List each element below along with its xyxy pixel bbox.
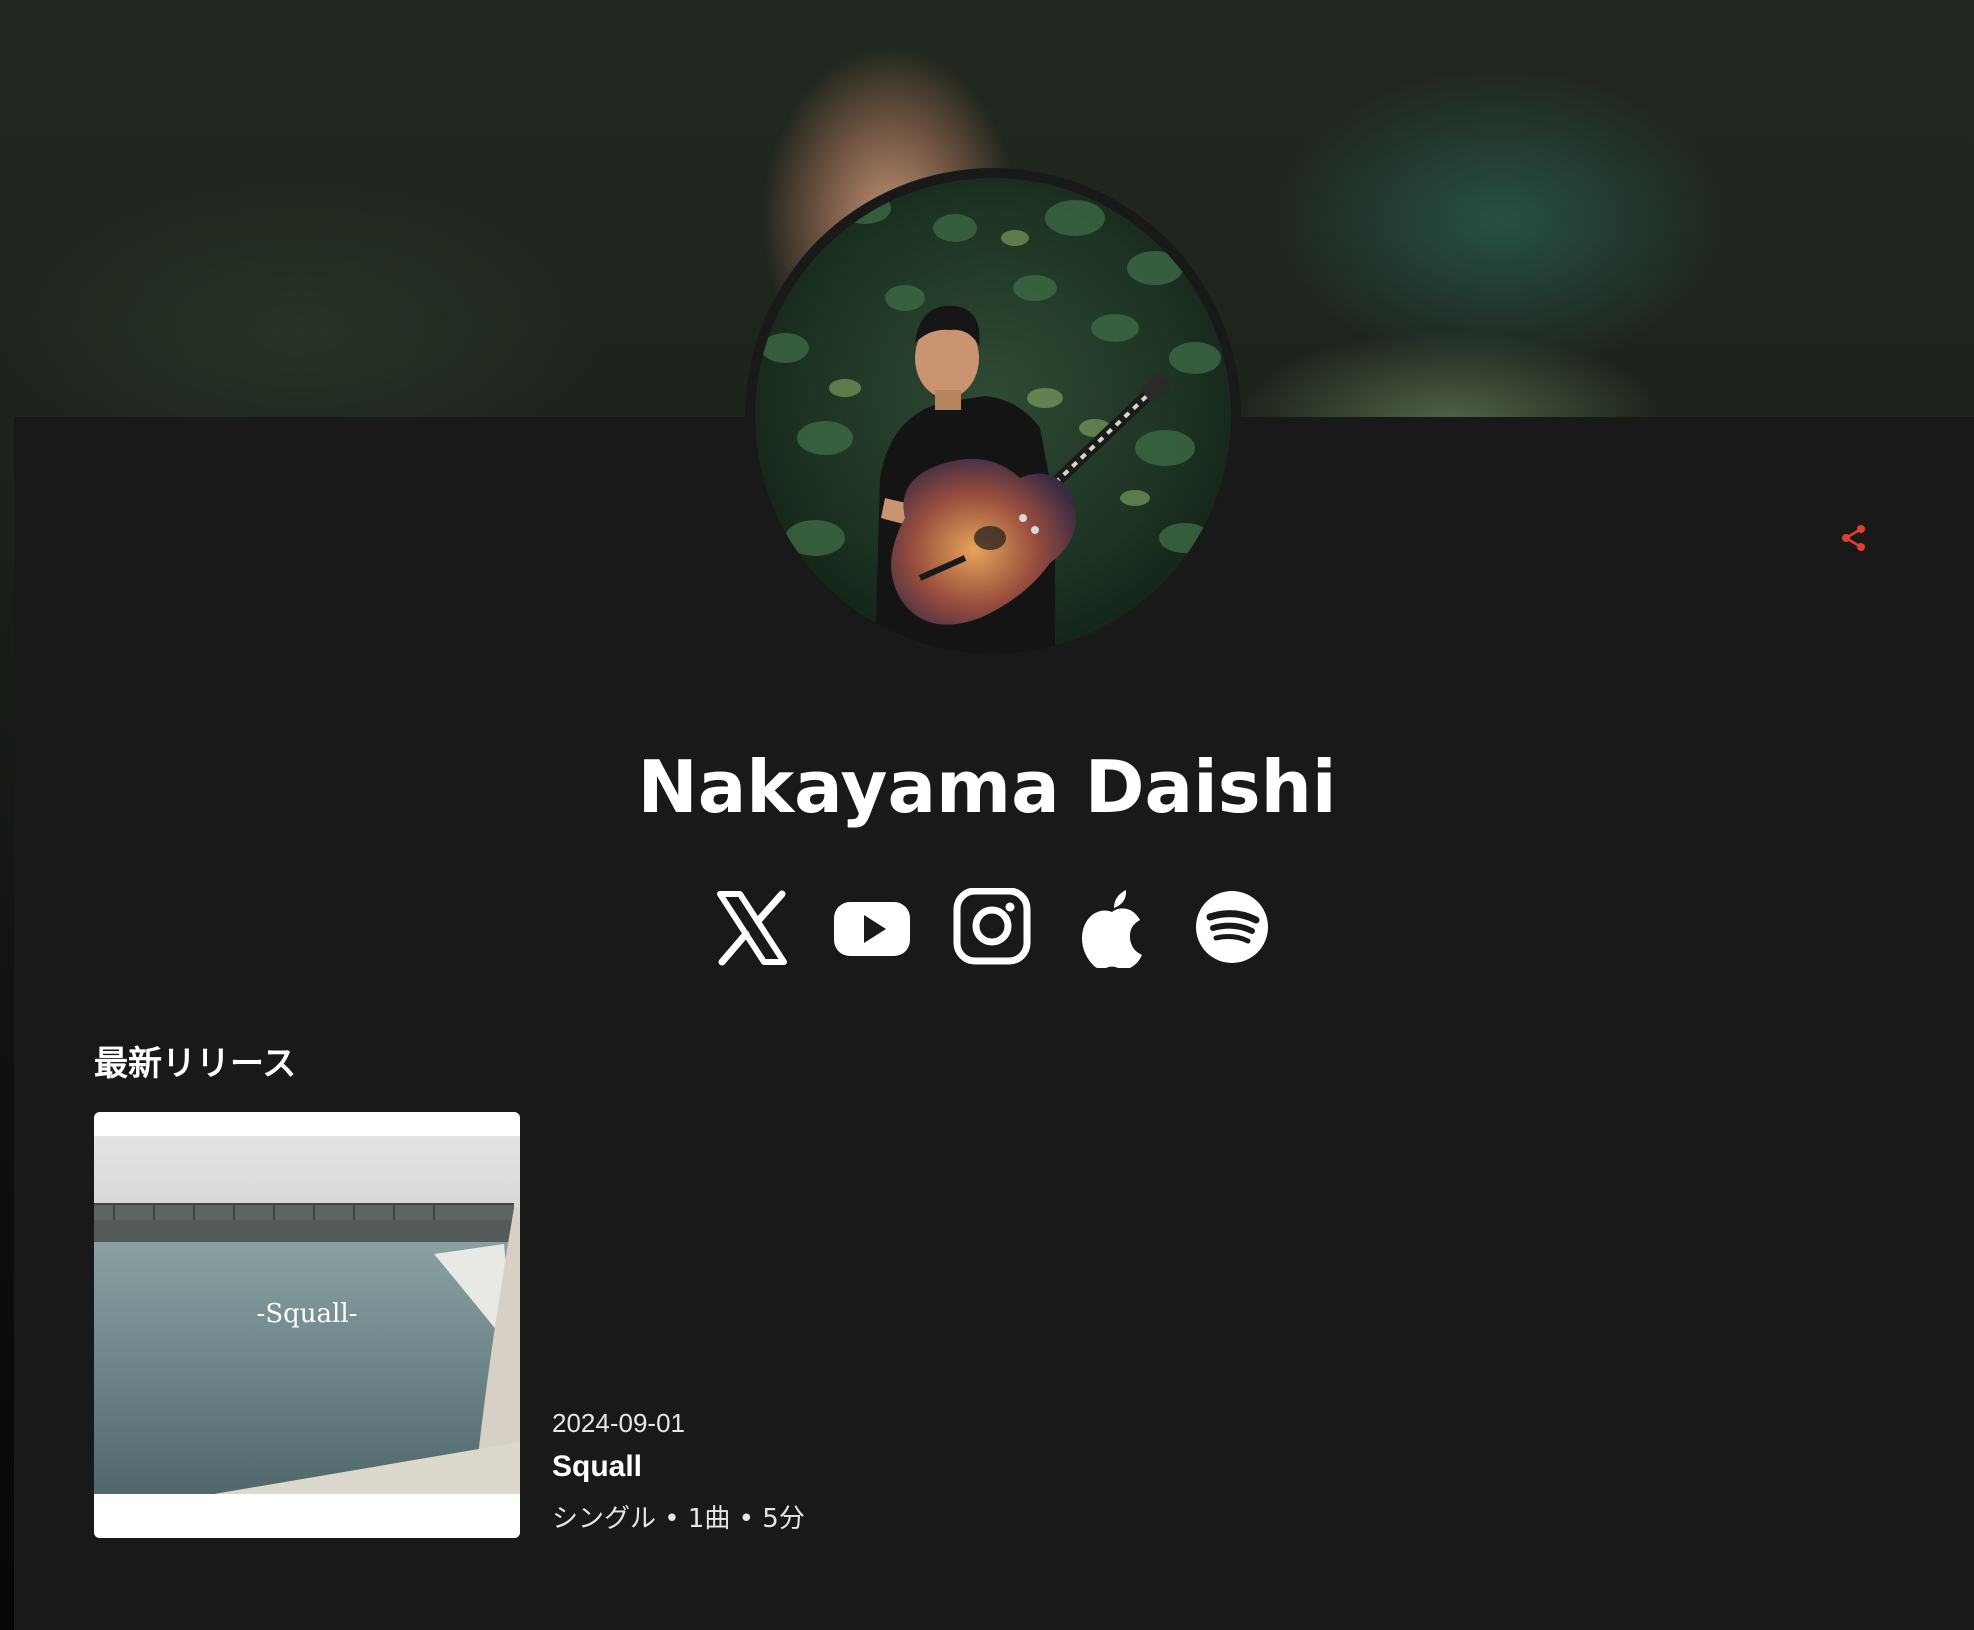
apple-music-link[interactable] bbox=[1072, 888, 1152, 970]
share-icon bbox=[1842, 525, 1865, 551]
spotify-icon bbox=[1196, 891, 1268, 963]
artist-avatar bbox=[745, 168, 1241, 664]
release-cover[interactable]: -Squall- bbox=[94, 1112, 520, 1538]
share-button[interactable] bbox=[1838, 522, 1870, 554]
release-title[interactable]: Squall bbox=[552, 1450, 642, 1484]
artist-page: Nakayama Daishi 最新リリース -Squall- 2024-09-… bbox=[0, 0, 1974, 1630]
youtube-link[interactable] bbox=[832, 888, 912, 968]
release-artwork: -Squall- bbox=[94, 1112, 520, 1538]
release-date: 2024-09-01 bbox=[552, 1408, 685, 1438]
artist-name: Nakayama Daishi bbox=[637, 745, 1337, 829]
spotify-link[interactable] bbox=[1192, 888, 1272, 968]
youtube-icon bbox=[834, 902, 910, 956]
latest-releases-heading: 最新リリース bbox=[94, 1044, 297, 1084]
social-links bbox=[712, 887, 1272, 970]
x-icon bbox=[717, 890, 787, 966]
x-link[interactable] bbox=[712, 888, 792, 968]
cover-title: -Squall- bbox=[257, 1299, 358, 1329]
instagram-icon bbox=[953, 887, 1031, 965]
instagram-link[interactable] bbox=[952, 887, 1032, 968]
release-meta: シングル • 1曲 • 5分 bbox=[552, 1504, 805, 1534]
apple-music-icon bbox=[1082, 890, 1142, 970]
artist-photo bbox=[755, 178, 1231, 654]
